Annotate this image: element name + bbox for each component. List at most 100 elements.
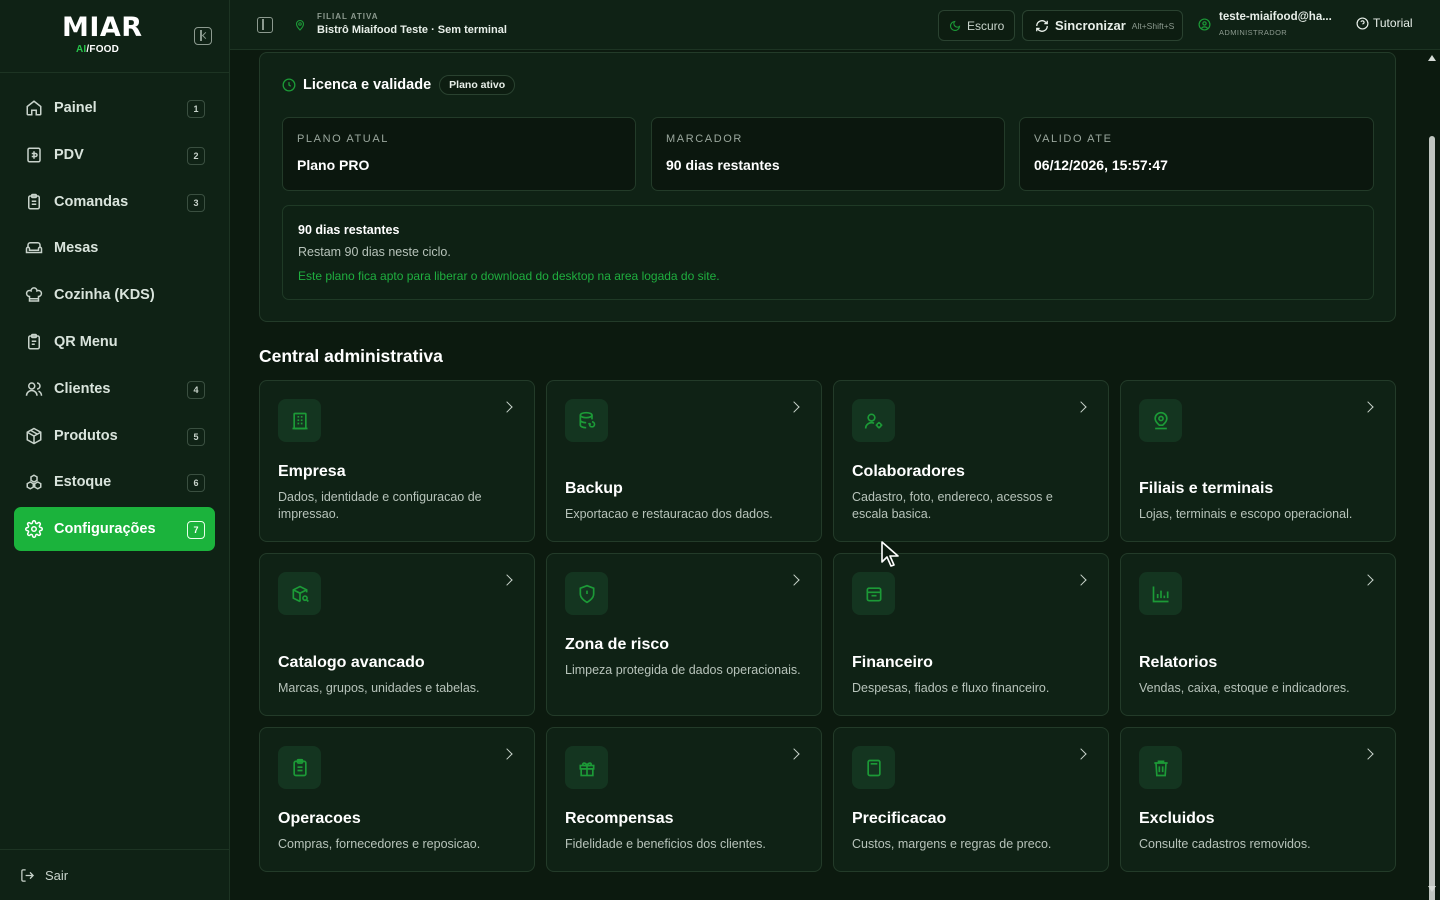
box-key: PLANO ATUAL (297, 133, 389, 145)
box-key: VALIDO ATE (1034, 133, 1113, 145)
sidebar-item-label: Mesas (54, 240, 99, 257)
sidebar-item-comandas[interactable]: Comandas 3 (14, 180, 215, 224)
database-icon (565, 399, 608, 442)
moon-icon (949, 20, 961, 31)
card-catalogo[interactable]: Catalogo avancado Marcas, grupos, unidad… (259, 553, 535, 716)
logout-label: Sair (45, 868, 69, 883)
sidebar-item-label: Estoque (54, 474, 112, 491)
chevron-right-icon (1075, 401, 1087, 413)
sidebar-item-cozinha[interactable]: Cozinha (KDS) (14, 273, 215, 317)
box-value: Plano PRO (297, 157, 370, 173)
collapse-sidebar-icon[interactable] (194, 27, 212, 45)
boxes-icon (26, 474, 42, 490)
card-desc: Custos, margens e regras de preco. (852, 837, 1052, 851)
user-gear-icon (852, 399, 895, 442)
user-menu[interactable]: teste-miaifood@ha... ADMINISTRADOR (1196, 10, 1336, 40)
user-circle-icon (1198, 18, 1211, 31)
shortcut-badge: 1 (187, 100, 205, 118)
users-icon (25, 382, 43, 396)
card-desc: Lojas, terminais e escopo operacional. (1139, 507, 1353, 521)
card-colaboradores[interactable]: Colaboradores Cadastro, foto, endereco, … (833, 380, 1109, 542)
brand: MIAR AI/FOOD (0, 0, 229, 73)
box-key: MARCADOR (666, 133, 743, 145)
chevron-right-icon (501, 574, 513, 586)
info-title: 90 dias restantes (298, 223, 400, 237)
clipboard-icon (28, 193, 40, 210)
card-filiais[interactable]: Filiais e terminais Lojas, terminais e e… (1120, 380, 1396, 542)
scroll-up-arrow[interactable] (1428, 55, 1436, 61)
sidebar-item-produtos[interactable]: Produtos 5 (14, 414, 215, 458)
theme-label: Escuro (967, 18, 1005, 33)
card-desc: Limpeza protegida de dados operacionais. (565, 663, 801, 677)
card-title: Backup (565, 480, 623, 497)
page-scrollbar[interactable] (1424, 50, 1440, 900)
shortcut-badge: 7 (187, 521, 205, 540)
info-subtitle: Restam 90 dias neste ciclo. (298, 245, 451, 259)
card-title: Financeiro (852, 654, 933, 671)
card-title: Empresa (278, 463, 346, 480)
card-precificacao[interactable]: Precificacao Custos, margens e regras de… (833, 727, 1109, 872)
card-excluidos[interactable]: Excluidos Consulte cadastros removidos. (1120, 727, 1396, 872)
shield-icon (565, 572, 608, 615)
sidebar-item-label: Cozinha (KDS) (54, 287, 155, 304)
sidebar-item-qr-menu[interactable]: QR Menu (14, 320, 215, 364)
valid-until-box: VALIDO ATE 06/12/2026, 15:57:47 (1019, 117, 1374, 191)
sidebar-footer: Sair (0, 849, 230, 900)
chevron-right-icon (1362, 748, 1374, 760)
card-desc: Cadastro, foto, endereco, acessos e esca… (852, 490, 1053, 521)
sidebar: MIAR AI/FOOD Painel 1 PDV 2 Comandas 3 M… (0, 0, 230, 900)
card-desc: Consulte cadastros removidos. (1139, 837, 1311, 851)
card-empresa[interactable]: Empresa Dados, identidade e configuracao… (259, 380, 535, 542)
brand-sub: AI/FOOD (76, 44, 120, 55)
refresh-icon (1036, 19, 1048, 32)
tutorial-button[interactable]: Tutorial (1356, 16, 1413, 30)
scroll-thumb[interactable] (1429, 136, 1435, 900)
sidebar-item-configuracoes[interactable]: Configurações 7 (14, 507, 215, 552)
box-value: 06/12/2026, 15:57:47 (1034, 157, 1168, 173)
card-desc: Exportacao e restauracao dos dados. (565, 507, 773, 521)
map-pin-user-icon (1139, 399, 1182, 442)
card-financeiro[interactable]: Financeiro Despesas, fiados e fluxo fina… (833, 553, 1109, 716)
home-icon (26, 100, 42, 116)
logout-button[interactable]: Sair (20, 868, 68, 883)
card-relatorios[interactable]: Relatorios Vendas, caixa, estoque e indi… (1120, 553, 1396, 716)
card-desc: Marcas, grupos, unidades e tabelas. (278, 681, 480, 695)
chevron-right-icon (788, 401, 800, 413)
gear-icon (25, 520, 43, 539)
sidebar-item-clientes[interactable]: Clientes 4 (14, 367, 215, 411)
theme-toggle-button[interactable]: Escuro (938, 10, 1015, 41)
scroll-down-arrow[interactable] (1428, 886, 1436, 892)
sidebar-item-painel[interactable]: Painel 1 (14, 86, 215, 130)
chevron-right-icon (1362, 574, 1374, 586)
sync-button[interactable]: Sincronizar Alt+Shift+S (1022, 10, 1183, 41)
chevron-right-icon (501, 748, 513, 760)
package-search-icon (278, 572, 321, 615)
license-info: 90 dias restantes Restam 90 dias neste c… (282, 205, 1374, 300)
trash-icon (1139, 746, 1182, 789)
shortcut-badge: 6 (187, 474, 205, 493)
license-panel: Licenca e validade Plano ativo PLANO ATU… (259, 52, 1396, 322)
card-recompensas[interactable]: Recompensas Fidelidade e beneficios dos … (546, 727, 822, 872)
brand-logo: MIAR (62, 12, 143, 43)
clipboard-list-icon (278, 746, 321, 789)
card-operacoes[interactable]: Operacoes Compras, fornecedores e reposi… (259, 727, 535, 872)
sidebar-item-estoque[interactable]: Estoque 6 (14, 460, 215, 504)
sidebar-item-mesas[interactable]: Mesas (14, 226, 215, 270)
plan-status-badge: Plano ativo (439, 75, 516, 95)
toggle-sidebar-icon[interactable] (257, 17, 273, 33)
card-backup[interactable]: Backup Exportacao e restauracao dos dado… (546, 380, 822, 542)
sidebar-item-pdv[interactable]: PDV 2 (14, 133, 215, 177)
card-zona-de-risco[interactable]: Zona de risco Limpeza protegida de dados… (546, 553, 822, 716)
info-note: Este plano fica apto para liberar o down… (298, 269, 720, 283)
sidebar-item-label: QR Menu (54, 333, 118, 350)
shortcut-badge: 3 (187, 193, 205, 212)
current-plan-box: PLANO ATUAL Plano PRO (282, 117, 636, 191)
help-circle-icon (1356, 16, 1369, 30)
card-title: Operacoes (278, 810, 361, 827)
card-title: Excluidos (1139, 810, 1215, 827)
sidebar-item-label: Painel (54, 100, 97, 116)
calculator-icon (852, 746, 895, 789)
bar-chart-icon (1139, 572, 1182, 615)
sidebar-item-label: Comandas (54, 193, 129, 210)
sync-shortcut: Alt+Shift+S (1131, 20, 1175, 31)
